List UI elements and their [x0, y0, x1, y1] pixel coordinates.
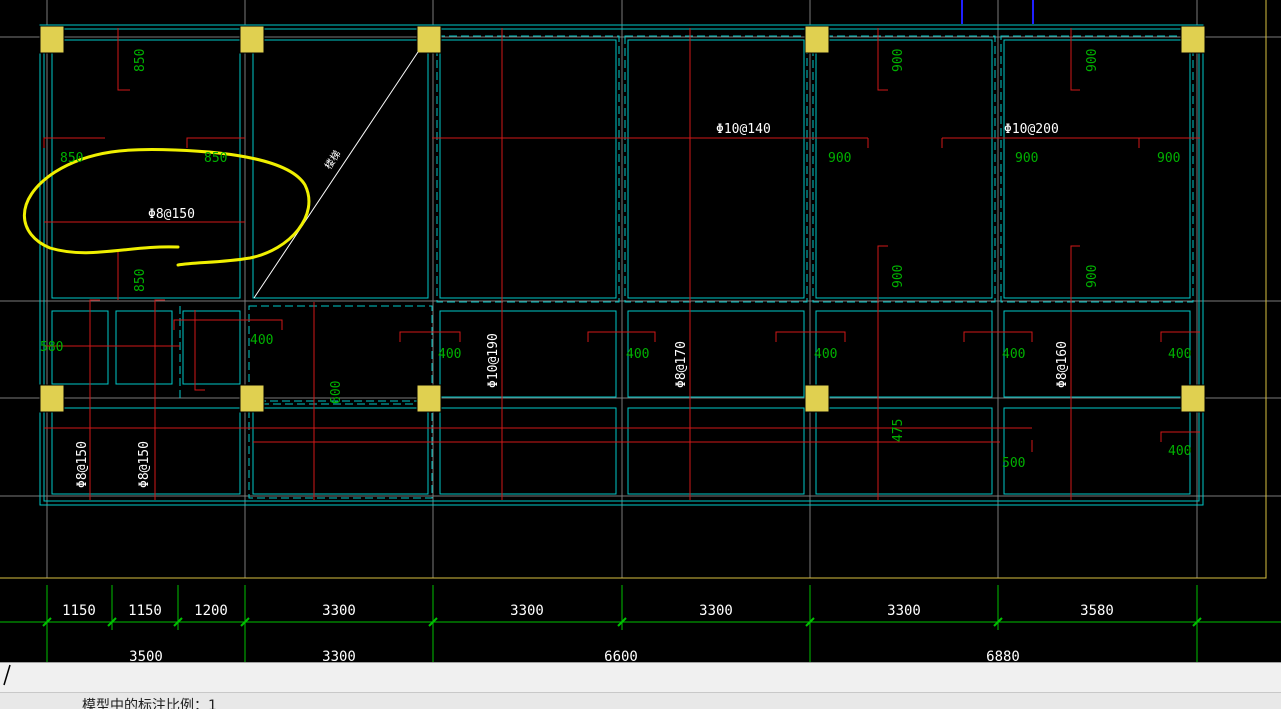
column [239, 384, 265, 413]
rebar-label: Φ10@200 [1004, 122, 1059, 137]
column [1180, 384, 1206, 413]
column [239, 25, 265, 54]
length-label: 475 [891, 419, 906, 442]
column [804, 25, 830, 54]
length-label: 400 [1168, 347, 1191, 362]
length-label: 900 [891, 49, 906, 72]
dimension-value: 6600 [604, 649, 638, 662]
command-line[interactable] [0, 662, 1281, 693]
status-message: 模型中的标注比例：1 [82, 698, 217, 709]
dimension-texts-top: 1150 1150 1200 3300 3300 3300 3300 3580 [62, 603, 1114, 619]
length-label: 900 [1157, 151, 1180, 166]
rebar-label: Φ8@160 [1055, 341, 1070, 388]
dimension-value: 3580 [1080, 603, 1114, 619]
dimension-value: 3300 [699, 603, 733, 619]
rebar-label: Φ8@150 [137, 441, 152, 488]
dimension-value: 1200 [194, 603, 228, 619]
dimension-value: 1150 [128, 603, 162, 619]
dimension-value: 6880 [986, 649, 1020, 662]
dimension-value: 3300 [322, 603, 356, 619]
length-label: 900 [828, 151, 851, 166]
length-label: 850 [204, 151, 227, 166]
column [416, 384, 442, 413]
rebar-label: Φ8@170 [674, 341, 689, 388]
length-label: 850 [133, 49, 148, 72]
dimension-value: 3300 [510, 603, 544, 619]
status-bar: 模型中的标注比例：1 [0, 692, 1281, 709]
length-label: 400 [626, 347, 649, 362]
length-label: 580 [40, 340, 63, 355]
column [39, 25, 65, 54]
length-label: 400 [1002, 347, 1025, 362]
length-label: 900 [1015, 151, 1038, 166]
length-label: 400 [250, 333, 273, 348]
length-label: 400 [1168, 444, 1191, 459]
length-label: 400 [814, 347, 837, 362]
dimension-lines [0, 585, 1281, 662]
rebar-label: Φ10@190 [486, 333, 501, 388]
stair-diagonal [253, 51, 419, 299]
command-prompt-icon [3, 664, 11, 686]
slab-dashed-edges [179, 35, 1194, 499]
axis-grid [0, 0, 1281, 578]
length-label: 400 [438, 347, 461, 362]
floor-slab-plan: Φ8@150 Φ10@140 Φ10@200 Φ10@190 Φ8@170 Φ8… [0, 0, 1281, 665]
rebar-label: Φ8@150 [148, 207, 195, 222]
dimension-texts-bottom: 3500 3300 6600 6880 [129, 649, 1020, 665]
dimension-value: 3500 [129, 649, 163, 662]
paper-border [0, 0, 1267, 579]
column [804, 384, 830, 413]
dimension-value: 3300 [887, 603, 921, 619]
length-label: 850 [60, 151, 83, 166]
length-label: 900 [1085, 265, 1100, 288]
length-label: 900 [1085, 49, 1100, 72]
column [39, 384, 65, 413]
rebar-label: Φ8@150 [75, 441, 90, 488]
length-label: 900 [891, 265, 906, 288]
length-label: 600 [329, 381, 344, 404]
length-label: 850 [133, 269, 148, 292]
dimension-value: 3300 [322, 649, 356, 662]
cad-drawing-canvas[interactable]: Φ8@150 Φ10@140 Φ10@200 Φ10@190 Φ8@170 Φ8… [0, 0, 1281, 665]
rebar-label: Φ10@140 [716, 122, 771, 137]
column [1180, 25, 1206, 54]
column [416, 25, 442, 54]
length-label: 500 [1002, 456, 1025, 471]
dimension-value: 1150 [62, 603, 96, 619]
